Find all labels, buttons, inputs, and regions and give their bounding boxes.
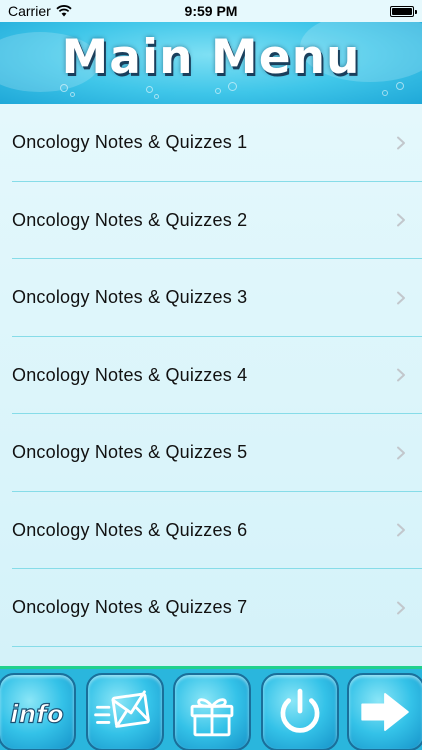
menu-item-5[interactable]: Oncology Notes & Quizzes 5 [0, 414, 422, 492]
power-button[interactable] [261, 673, 339, 750]
mail-icon [94, 690, 150, 728]
menu-item-label: Oncology Notes & Quizzes 2 [12, 209, 248, 230]
menu-item-label: Oncology Notes & Quizzes 1 [12, 132, 248, 153]
carrier-label: Carrier [8, 3, 51, 19]
chevron-right-icon [397, 523, 405, 537]
page-title: Main Menu [61, 30, 361, 85]
menu-item-label: Oncology Notes & Quizzes 4 [12, 364, 248, 385]
chevron-right-icon [397, 446, 405, 460]
info-label: info [10, 699, 64, 728]
menu-item-6[interactable]: Oncology Notes & Quizzes 6 [0, 492, 422, 570]
menu-item-2[interactable]: Oncology Notes & Quizzes 2 [0, 182, 422, 260]
chevron-right-icon [397, 213, 405, 227]
menu-item-label: Oncology Notes & Quizzes 7 [12, 597, 248, 618]
power-icon [280, 688, 320, 733]
menu-item-label: Oncology Notes & Quizzes 5 [12, 442, 248, 463]
info-button[interactable]: info [0, 673, 76, 750]
gift-icon [190, 698, 234, 737]
chevron-right-icon [397, 601, 405, 615]
mail-button[interactable] [86, 673, 164, 750]
header-banner: Main Menu [0, 22, 422, 104]
menu-item-3[interactable]: Oncology Notes & Quizzes 3 [0, 259, 422, 337]
bottom-toolbar: info [0, 666, 422, 750]
menu-item-1[interactable]: Oncology Notes & Quizzes 1 [0, 104, 422, 182]
wifi-icon [56, 5, 72, 17]
status-bar: Carrier 9:59 PM [0, 0, 422, 22]
menu-item-4[interactable]: Oncology Notes & Quizzes 4 [0, 337, 422, 415]
menu-list: Oncology Notes & Quizzes 1 Oncology Note… [0, 104, 422, 666]
battery-icon [390, 5, 417, 17]
gift-button[interactable] [173, 673, 251, 750]
menu-item-label: Oncology Notes & Quizzes 6 [12, 519, 248, 540]
status-left: Carrier [8, 3, 72, 19]
menu-item-label: Oncology Notes & Quizzes 3 [12, 287, 248, 308]
menu-item-7[interactable]: Oncology Notes & Quizzes 7 [0, 569, 422, 647]
arrow-right-icon [361, 693, 409, 731]
chevron-right-icon [397, 136, 405, 150]
chevron-right-icon [397, 368, 405, 382]
chevron-right-icon [397, 291, 405, 305]
next-button[interactable] [347, 673, 422, 750]
info-icon: info [10, 699, 65, 729]
